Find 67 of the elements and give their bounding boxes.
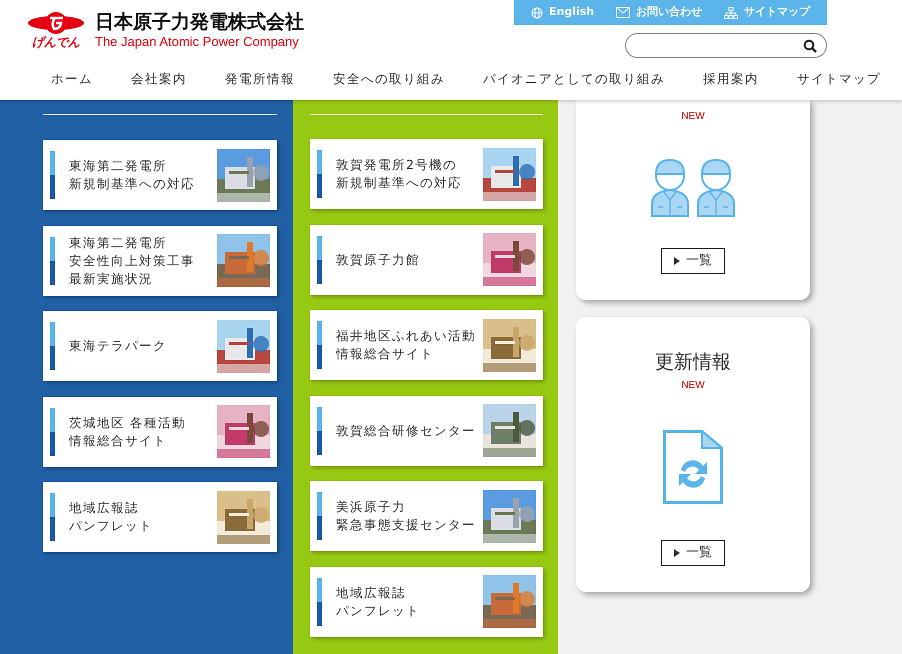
card-title-line: 美浜原子力 <box>336 498 406 516</box>
card-title-line: 情報総合サイト <box>336 345 434 363</box>
card-title-line: 地域広報誌 <box>69 499 139 517</box>
card-title-line: 緊急事態支援センター <box>336 516 476 534</box>
nav-link[interactable]: 安全への取り組み <box>314 70 464 88</box>
play-triangle-icon <box>674 549 680 557</box>
nav-link[interactable]: サイトマップ <box>778 70 900 88</box>
nav-link[interactable]: ホーム <box>32 70 112 88</box>
link-card[interactable]: 東海第二発電所 安全性向上対策工事 最新実施状況 <box>43 226 277 296</box>
link-card[interactable]: 福井地区ふれあい活動 情報総合サイト <box>310 310 543 380</box>
card-title-line: 茨城地区 各種活動 <box>69 414 186 432</box>
card-title-line: 東海テラパーク <box>69 337 167 355</box>
link-card[interactable]: 茨城地区 各種活動 情報総合サイト <box>43 396 277 466</box>
list-button[interactable]: 一覧 <box>661 248 725 274</box>
accent-bar <box>317 236 322 284</box>
company-logo[interactable]: げんでん 日本原子力発電株式会社 The Japan Atomic Power Company <box>0 0 304 50</box>
sitemap-icon <box>724 6 738 18</box>
card-title-line: 新規制基準への対応 <box>69 175 195 193</box>
accent-bar <box>50 493 55 541</box>
search-icon <box>803 38 817 52</box>
accent-bar <box>50 408 55 456</box>
accent-bar <box>50 236 55 284</box>
new-label: NEW <box>681 379 705 393</box>
nav-link[interactable]: 会社案内 <box>112 70 206 88</box>
link-card[interactable]: 美浜原子力 緊急事態支援センター <box>310 481 543 551</box>
card-title-line: 敦賀原子力館 <box>336 250 420 268</box>
accent-bar <box>50 151 55 199</box>
accent-bar <box>317 492 322 540</box>
company-name: 日本原子力発電株式会社 <box>95 10 304 34</box>
card-title-line: 東海第二発電所 <box>69 157 167 175</box>
accent-bar <box>50 322 55 370</box>
card-title-line: 情報総合サイト <box>69 432 167 450</box>
play-triangle-icon <box>674 257 680 265</box>
link-card[interactable]: 地域広報誌 パンフレット <box>43 482 277 552</box>
link-card[interactable]: 東海第二発電所 新規制基準への対応 <box>43 140 277 210</box>
card-title-line: 福井地区ふれあい活動 <box>336 327 476 345</box>
card-title-line: 新規制基準への対応 <box>336 174 462 192</box>
card-title-line: 最新実施状況 <box>69 270 153 288</box>
mail-icon <box>616 7 630 18</box>
card-title-line: 敦賀総合研修センター <box>336 422 476 440</box>
globe-icon <box>530 6 543 18</box>
link-card[interactable]: 敦賀原子力館 <box>310 224 543 294</box>
logo-text: げんでん <box>32 35 80 49</box>
nav-link[interactable]: パイオニアとしての取り組み <box>464 70 684 88</box>
card-title-line: 安全性向上対策工事 <box>69 252 195 270</box>
logo-mark-icon <box>27 11 85 35</box>
card-heading: 更新情報 <box>655 350 731 375</box>
accent-bar <box>317 406 322 454</box>
link-card[interactable]: 敦賀発電所2号機の 新規制基準への対応 <box>310 139 543 209</box>
company-name-english: The Japan Atomic Power Company <box>95 34 300 50</box>
link-card[interactable]: 地域広報誌 パンフレット <box>310 566 543 636</box>
nav-link[interactable]: 発電所情報 <box>206 70 314 88</box>
card-title-line: パンフレット <box>69 517 153 535</box>
link-card[interactable]: 敦賀総合研修センター <box>310 396 543 466</box>
card-title-line: 敦賀発電所2号機の <box>336 156 457 174</box>
card-title-line: パンフレット <box>336 602 420 620</box>
link-card[interactable]: 東海テラパーク <box>43 311 277 381</box>
new-label: NEW <box>681 110 705 124</box>
list-button[interactable]: 一覧 <box>661 540 725 566</box>
card-title-line: 東海第二発電所 <box>69 234 167 252</box>
accent-bar <box>317 321 322 369</box>
accent-bar <box>317 578 322 626</box>
card-title-line: 地域広報誌 <box>336 584 406 602</box>
nav-link[interactable]: 採用案内 <box>684 70 778 88</box>
accent-bar <box>317 150 322 198</box>
search-field[interactable] <box>625 33 827 58</box>
document-refresh-icon <box>663 430 723 504</box>
